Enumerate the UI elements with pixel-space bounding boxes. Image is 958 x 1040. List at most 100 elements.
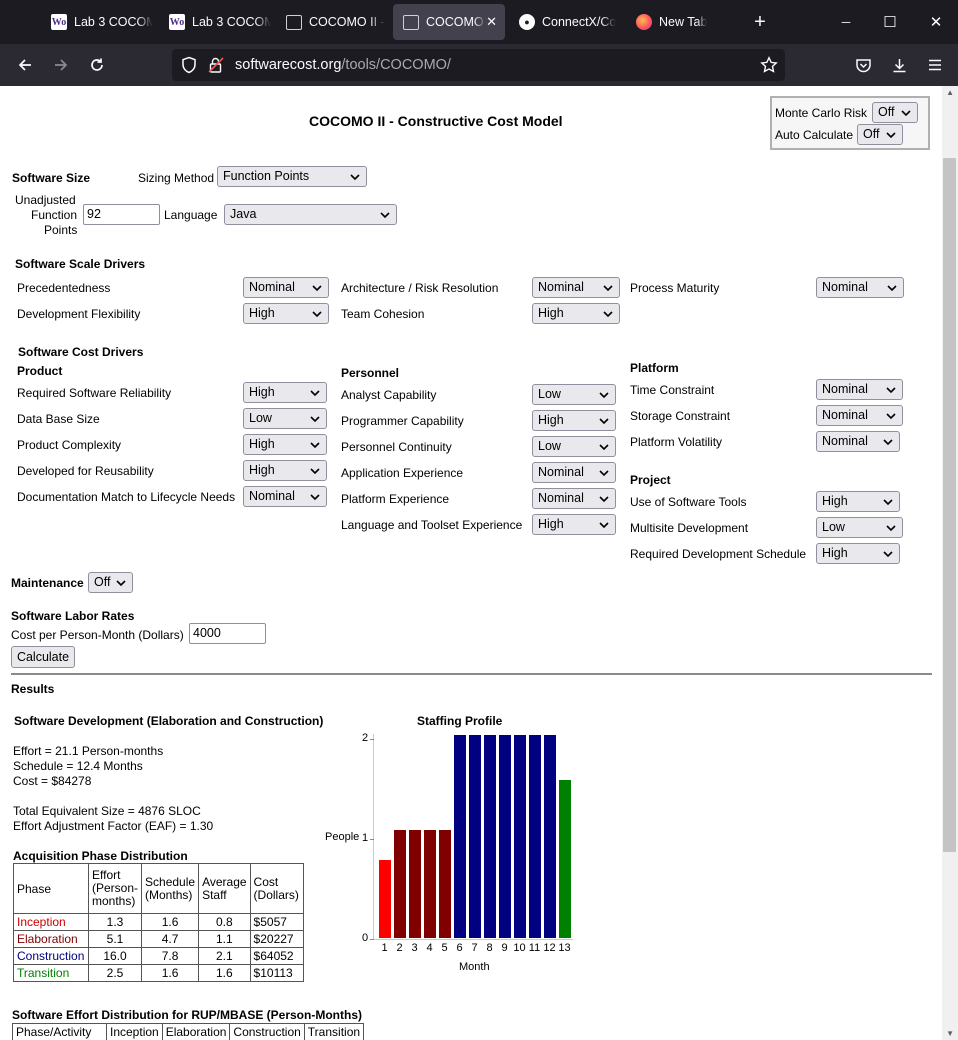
chart-y-tick [370, 939, 374, 940]
multisite-select[interactable]: Low [816, 517, 903, 538]
documentation-match-select[interactable]: Nominal [243, 486, 327, 507]
auto-calculate-select[interactable]: Off [857, 124, 903, 145]
calculate-button[interactable]: Calculate [11, 646, 75, 668]
url-text: softwarecost.org/tools/COCOMO/ [235, 57, 451, 73]
platform-volatility-label: Platform Volatility [630, 435, 723, 449]
forward-button[interactable] [48, 53, 74, 77]
software-size-heading: Software Size [12, 171, 91, 185]
scroll-up-icon[interactable]: ▲ [946, 88, 954, 97]
reusability-select[interactable]: High [243, 460, 327, 481]
maximize-button[interactable]: ☐ [878, 10, 902, 34]
chart-bar [543, 734, 557, 939]
download-icon [893, 58, 905, 72]
cost-per-pm-input[interactable]: 4000 [189, 623, 266, 644]
url-bar[interactable]: softwarecost.org/tools/COCOMO/ [172, 49, 785, 81]
chevron-down-icon [380, 212, 390, 219]
language-experience-select[interactable]: High [532, 514, 616, 535]
language-select[interactable]: Java [224, 204, 397, 225]
reload-button[interactable] [84, 53, 110, 77]
scroll-down-icon[interactable]: ▼ [946, 1029, 954, 1038]
tab-new-tab[interactable]: New Tab [626, 4, 738, 40]
tab-connectx[interactable]: ● ConnectX/Co [509, 4, 621, 40]
cost-per-pm-label: Cost per Person-Month (Dollars) [11, 628, 184, 642]
back-button[interactable] [12, 53, 38, 77]
chart-title: Staffing Profile [417, 714, 503, 728]
scrollbar-thumb[interactable] [943, 158, 956, 852]
platform-experience-select[interactable]: Nominal [532, 488, 616, 509]
dev-schedule-select[interactable]: High [816, 543, 900, 564]
dev-flexibility-select[interactable]: High [243, 303, 329, 324]
header-schedule: Schedule (Months) [141, 863, 200, 914]
process-maturity-select[interactable]: Nominal [816, 277, 904, 298]
ufp-input[interactable]: 92 [83, 204, 160, 225]
sizing-method-select[interactable]: Function Points [217, 166, 367, 187]
tab-cocomo-1[interactable]: COCOMO II - [276, 4, 388, 40]
chevron-down-icon [599, 496, 609, 503]
monte-carlo-select[interactable]: Off [872, 102, 918, 123]
chevron-down-icon [310, 416, 320, 423]
header-transition: Transition [303, 1023, 365, 1040]
chart-x-tick-label: 8 [486, 942, 493, 954]
bookmark-star-icon[interactable] [760, 56, 778, 74]
team-cohesion-select[interactable]: High [532, 303, 620, 324]
schedule-result: Schedule = 12.4 Months [13, 759, 143, 773]
pocket-button[interactable] [850, 53, 876, 77]
software-tools-label: Use of Software Tools [630, 495, 747, 509]
tab-lab3-1[interactable]: Wo Lab 3 COCOMO [41, 4, 153, 40]
chart-x-tick-label: 9 [501, 942, 508, 954]
chart-bar [453, 734, 467, 939]
downloads-button[interactable] [886, 53, 912, 77]
tab-bar: Wo Lab 3 COCOMO Wo Lab 3 COCOMO COCOMO I… [0, 0, 958, 44]
maintenance-select[interactable]: Off [88, 572, 133, 593]
chevron-down-icon [310, 468, 320, 475]
ufp-label-line1: Unadjusted [15, 193, 76, 207]
chart-x-axis [373, 939, 573, 940]
page-scrollbar[interactable]: ▲ ▼ [942, 86, 958, 1040]
ufp-label-line2: Function [31, 208, 78, 222]
chart-x-tick-label: 2 [396, 942, 403, 954]
tab-lab3-2[interactable]: Wo Lab 3 COCOMO [159, 4, 271, 40]
application-experience-select[interactable]: Nominal [532, 462, 616, 483]
acquisition-table: Phase Effort (Person-months) Schedule (M… [13, 863, 304, 982]
rup-table: Phase/Activity Inception Elaboration Con… [12, 1023, 365, 1040]
schedule-cell: 4.7 [141, 930, 200, 948]
insecure-lock-icon[interactable] [207, 56, 225, 74]
chart-y-tick-label: 1 [362, 832, 369, 844]
time-constraint-select[interactable]: Nominal [816, 379, 903, 400]
chevron-down-icon [886, 132, 896, 139]
cost-drivers-heading: Software Cost Drivers [18, 345, 144, 359]
architecture-risk-select[interactable]: Nominal [532, 277, 620, 298]
chevron-down-icon [886, 413, 896, 420]
tab-cocomo-active[interactable]: COCOMO II ✕ [393, 4, 505, 40]
reusability-label: Developed for Reusability [17, 464, 154, 478]
analyst-capability-select[interactable]: Low [532, 384, 616, 405]
nav-bar: softwarecost.org/tools/COCOMO/ [0, 44, 958, 86]
menu-button[interactable] [922, 53, 948, 77]
chevron-down-icon [901, 110, 911, 117]
close-window-button[interactable]: ✕ [924, 10, 948, 34]
database-size-select[interactable]: Low [243, 408, 327, 429]
new-tab-button[interactable]: + [748, 10, 772, 34]
programmer-capability-select[interactable]: High [532, 410, 616, 431]
product-complexity-select[interactable]: High [243, 434, 327, 455]
platform-heading: Platform [630, 361, 679, 375]
labor-rates-heading: Software Labor Rates [11, 609, 135, 623]
required-reliability-select[interactable]: High [243, 382, 327, 403]
effort-cell: 1.3 [87, 913, 143, 931]
product-heading: Product [17, 364, 63, 378]
precedentedness-select[interactable]: Nominal [243, 277, 329, 298]
application-experience-label: Application Experience [341, 466, 464, 480]
personnel-heading: Personnel [341, 366, 400, 380]
chevron-down-icon [599, 470, 609, 477]
chevron-down-icon [886, 387, 896, 394]
minimize-button[interactable]: ─ [834, 10, 858, 34]
database-size-label: Data Base Size [17, 412, 100, 426]
shield-icon[interactable] [180, 56, 198, 74]
storage-constraint-select[interactable]: Nominal [816, 405, 903, 426]
close-tab-icon[interactable]: ✕ [486, 14, 497, 30]
platform-volatility-select[interactable]: Nominal [816, 431, 900, 452]
header-cost: Cost (Dollars) [249, 863, 304, 914]
software-tools-select[interactable]: High [816, 491, 900, 512]
header-phase-activity: Phase/Activity [12, 1023, 107, 1040]
personnel-continuity-select[interactable]: Low [532, 436, 616, 457]
